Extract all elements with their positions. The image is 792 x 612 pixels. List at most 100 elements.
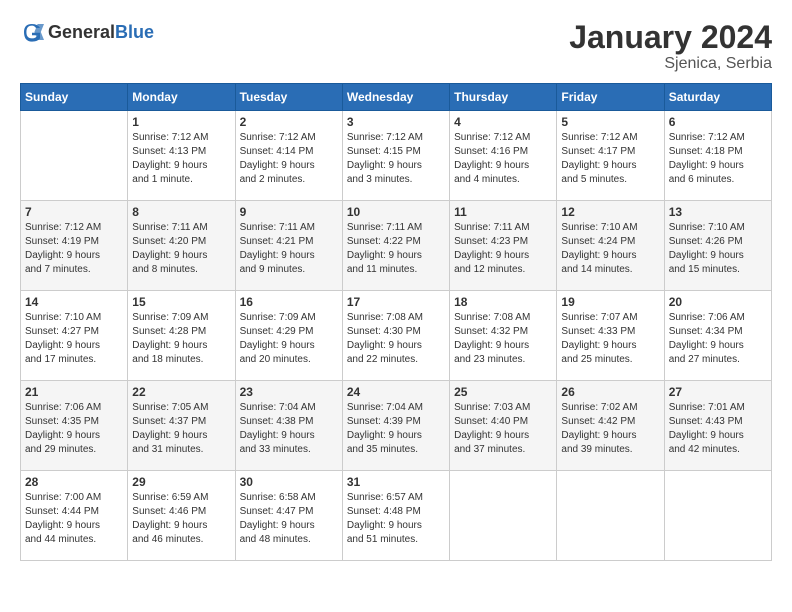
- calendar-cell: 1 Sunrise: 7:12 AM Sunset: 4:13 PM Daylig…: [128, 111, 235, 201]
- day-number: 19: [561, 295, 659, 309]
- calendar-cell: 18 Sunrise: 7:08 AM Sunset: 4:32 PM Dayli…: [450, 291, 557, 381]
- cell-content: Sunrise: 7:00 AM Sunset: 4:44 PM Dayligh…: [25, 491, 123, 547]
- day-number: 14: [25, 295, 123, 309]
- cell-content: Sunrise: 7:11 AM Sunset: 4:21 PM Dayligh…: [240, 221, 338, 277]
- calendar-table: SundayMondayTuesdayWednesdayThursdayFrid…: [20, 83, 772, 561]
- cell-content: Sunrise: 7:08 AM Sunset: 4:30 PM Dayligh…: [347, 311, 445, 367]
- day-number: 22: [132, 385, 230, 399]
- day-number: 2: [240, 115, 338, 129]
- logo: GeneralBlue: [20, 20, 154, 44]
- day-number: 26: [561, 385, 659, 399]
- cell-content: Sunrise: 7:04 AM Sunset: 4:39 PM Dayligh…: [347, 401, 445, 457]
- cell-content: Sunrise: 7:10 AM Sunset: 4:24 PM Dayligh…: [561, 221, 659, 277]
- cell-content: Sunrise: 6:59 AM Sunset: 4:46 PM Dayligh…: [132, 491, 230, 547]
- calendar-week-row: 7Sunrise: 7:12 AM Sunset: 4:19 PM Daylig…: [21, 201, 772, 291]
- cell-content: Sunrise: 7:08 AM Sunset: 4:32 PM Dayligh…: [454, 311, 552, 367]
- title-block: January 2024 Sjenica, Serbia: [569, 20, 772, 73]
- calendar-cell: 29 Sunrise: 6:59 AM Sunset: 4:46 PM Dayli…: [128, 471, 235, 561]
- cell-content: Sunrise: 7:06 AM Sunset: 4:35 PM Dayligh…: [25, 401, 123, 457]
- cell-content: Sunrise: 6:58 AM Sunset: 4:47 PM Dayligh…: [240, 491, 338, 547]
- day-number: 4: [454, 115, 552, 129]
- calendar-cell: [21, 111, 128, 201]
- calendar-cell: 5Sunrise: 7:12 AM Sunset: 4:17 PM Daylig…: [557, 111, 664, 201]
- page-header: GeneralBlue January 2024 Sjenica, Serbia: [20, 20, 772, 73]
- calendar-cell: 22 Sunrise: 7:05 AM Sunset: 4:37 PM Dayli…: [128, 381, 235, 471]
- cell-content: Sunrise: 6:57 AM Sunset: 4:48 PM Dayligh…: [347, 491, 445, 547]
- calendar-cell: 23 Sunrise: 7:04 AM Sunset: 4:38 PM Dayli…: [235, 381, 342, 471]
- calendar-cell: 6 Sunrise: 7:12 AM Sunset: 4:18 PM Daylig…: [664, 111, 771, 201]
- weekday-header-row: SundayMondayTuesdayWednesdayThursdayFrid…: [21, 84, 772, 111]
- calendar-cell: 8 Sunrise: 7:11 AM Sunset: 4:20 PM Daylig…: [128, 201, 235, 291]
- logo-icon: [20, 20, 44, 44]
- calendar-week-row: 28 Sunrise: 7:00 AM Sunset: 4:44 PM Dayli…: [21, 471, 772, 561]
- day-number: 28: [25, 475, 123, 489]
- day-number: 25: [454, 385, 552, 399]
- calendar-cell: 7Sunrise: 7:12 AM Sunset: 4:19 PM Daylig…: [21, 201, 128, 291]
- day-number: 10: [347, 205, 445, 219]
- cell-content: Sunrise: 7:04 AM Sunset: 4:38 PM Dayligh…: [240, 401, 338, 457]
- day-number: 20: [669, 295, 767, 309]
- day-number: 15: [132, 295, 230, 309]
- cell-content: Sunrise: 7:12 AM Sunset: 4:14 PM Dayligh…: [240, 131, 338, 187]
- calendar-cell: 17 Sunrise: 7:08 AM Sunset: 4:30 PM Dayli…: [342, 291, 449, 381]
- day-number: 23: [240, 385, 338, 399]
- calendar-cell: 24Sunrise: 7:04 AM Sunset: 4:39 PM Dayli…: [342, 381, 449, 471]
- calendar-cell: 2 Sunrise: 7:12 AM Sunset: 4:14 PM Daylig…: [235, 111, 342, 201]
- day-number: 13: [669, 205, 767, 219]
- weekday-header: Tuesday: [235, 84, 342, 111]
- cell-content: Sunrise: 7:02 AM Sunset: 4:42 PM Dayligh…: [561, 401, 659, 457]
- cell-content: Sunrise: 7:12 AM Sunset: 4:16 PM Dayligh…: [454, 131, 552, 187]
- calendar-cell: 11 Sunrise: 7:11 AM Sunset: 4:23 PM Dayli…: [450, 201, 557, 291]
- calendar-week-row: 14 Sunrise: 7:10 AM Sunset: 4:27 PM Dayli…: [21, 291, 772, 381]
- calendar-week-row: 1 Sunrise: 7:12 AM Sunset: 4:13 PM Daylig…: [21, 111, 772, 201]
- calendar-cell: 14 Sunrise: 7:10 AM Sunset: 4:27 PM Dayli…: [21, 291, 128, 381]
- calendar-cell: 25 Sunrise: 7:03 AM Sunset: 4:40 PM Dayli…: [450, 381, 557, 471]
- day-number: 27: [669, 385, 767, 399]
- location-title: Sjenica, Serbia: [569, 55, 772, 73]
- calendar-cell: 16Sunrise: 7:09 AM Sunset: 4:29 PM Dayli…: [235, 291, 342, 381]
- cell-content: Sunrise: 7:11 AM Sunset: 4:20 PM Dayligh…: [132, 221, 230, 277]
- cell-content: Sunrise: 7:05 AM Sunset: 4:37 PM Dayligh…: [132, 401, 230, 457]
- cell-content: Sunrise: 7:07 AM Sunset: 4:33 PM Dayligh…: [561, 311, 659, 367]
- calendar-cell: 26 Sunrise: 7:02 AM Sunset: 4:42 PM Dayli…: [557, 381, 664, 471]
- calendar-cell: 9Sunrise: 7:11 AM Sunset: 4:21 PM Daylig…: [235, 201, 342, 291]
- logo-text-blue: Blue: [115, 22, 154, 42]
- cell-content: Sunrise: 7:03 AM Sunset: 4:40 PM Dayligh…: [454, 401, 552, 457]
- weekday-header: Monday: [128, 84, 235, 111]
- cell-content: Sunrise: 7:10 AM Sunset: 4:27 PM Dayligh…: [25, 311, 123, 367]
- calendar-week-row: 21 Sunrise: 7:06 AM Sunset: 4:35 PM Dayli…: [21, 381, 772, 471]
- cell-content: Sunrise: 7:12 AM Sunset: 4:15 PM Dayligh…: [347, 131, 445, 187]
- calendar-cell: [557, 471, 664, 561]
- cell-content: Sunrise: 7:10 AM Sunset: 4:26 PM Dayligh…: [669, 221, 767, 277]
- day-number: 6: [669, 115, 767, 129]
- weekday-header: Sunday: [21, 84, 128, 111]
- cell-content: Sunrise: 7:11 AM Sunset: 4:23 PM Dayligh…: [454, 221, 552, 277]
- cell-content: Sunrise: 7:11 AM Sunset: 4:22 PM Dayligh…: [347, 221, 445, 277]
- cell-content: Sunrise: 7:12 AM Sunset: 4:19 PM Dayligh…: [25, 221, 123, 277]
- day-number: 31: [347, 475, 445, 489]
- day-number: 8: [132, 205, 230, 219]
- calendar-cell: 27Sunrise: 7:01 AM Sunset: 4:43 PM Dayli…: [664, 381, 771, 471]
- cell-content: Sunrise: 7:09 AM Sunset: 4:28 PM Dayligh…: [132, 311, 230, 367]
- cell-content: Sunrise: 7:12 AM Sunset: 4:18 PM Dayligh…: [669, 131, 767, 187]
- day-number: 1: [132, 115, 230, 129]
- month-title: January 2024: [569, 20, 772, 55]
- day-number: 30: [240, 475, 338, 489]
- weekday-header: Saturday: [664, 84, 771, 111]
- day-number: 11: [454, 205, 552, 219]
- calendar-cell: 15 Sunrise: 7:09 AM Sunset: 4:28 PM Dayli…: [128, 291, 235, 381]
- day-number: 29: [132, 475, 230, 489]
- weekday-header: Friday: [557, 84, 664, 111]
- calendar-cell: 30 Sunrise: 6:58 AM Sunset: 4:47 PM Dayli…: [235, 471, 342, 561]
- calendar-cell: 21 Sunrise: 7:06 AM Sunset: 4:35 PM Dayli…: [21, 381, 128, 471]
- day-number: 21: [25, 385, 123, 399]
- calendar-cell: 31 Sunrise: 6:57 AM Sunset: 4:48 PM Dayli…: [342, 471, 449, 561]
- weekday-header: Wednesday: [342, 84, 449, 111]
- day-number: 18: [454, 295, 552, 309]
- calendar-cell: 4 Sunrise: 7:12 AM Sunset: 4:16 PM Daylig…: [450, 111, 557, 201]
- day-number: 17: [347, 295, 445, 309]
- cell-content: Sunrise: 7:12 AM Sunset: 4:13 PM Dayligh…: [132, 131, 230, 187]
- cell-content: Sunrise: 7:06 AM Sunset: 4:34 PM Dayligh…: [669, 311, 767, 367]
- calendar-cell: 28 Sunrise: 7:00 AM Sunset: 4:44 PM Dayli…: [21, 471, 128, 561]
- calendar-cell: [664, 471, 771, 561]
